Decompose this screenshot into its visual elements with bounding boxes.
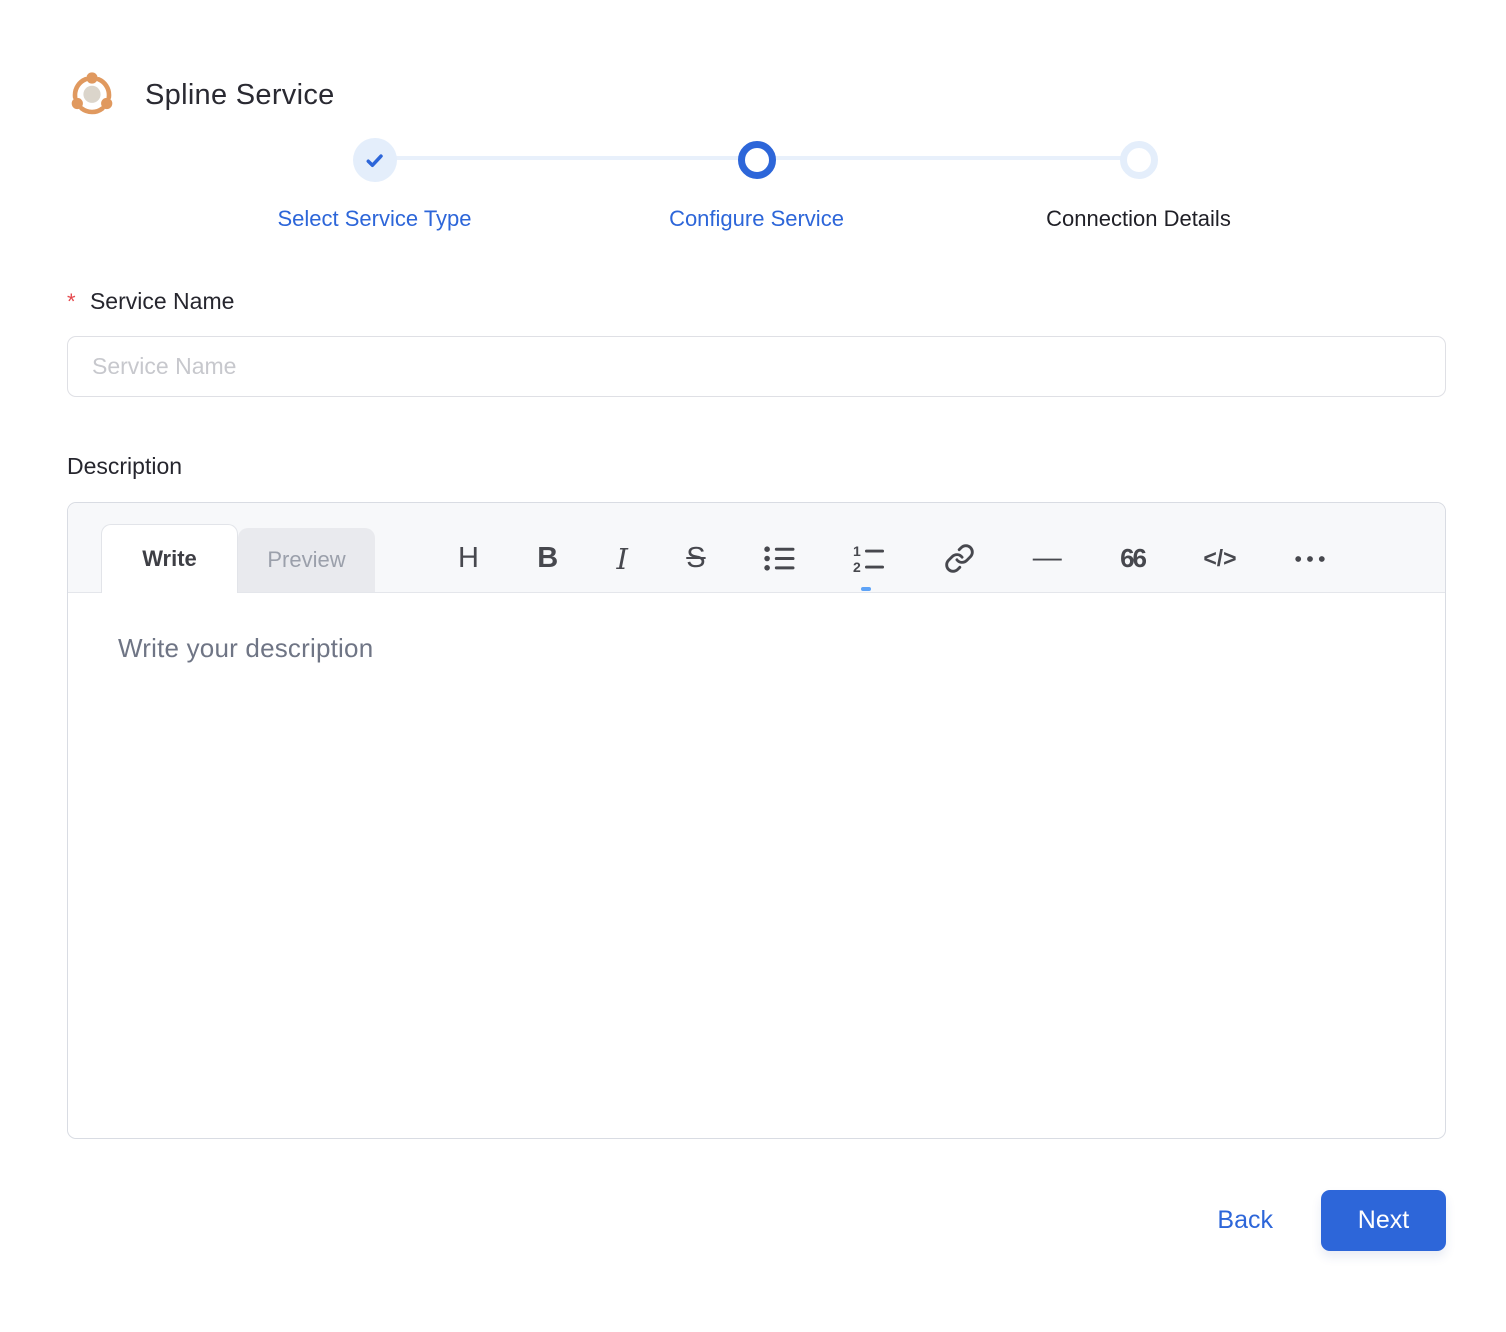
more-button[interactable] <box>1293 537 1327 581</box>
strikethrough-button[interactable]: S <box>684 537 707 581</box>
more-icon <box>1295 555 1325 563</box>
svg-text:1: 1 <box>853 545 861 559</box>
step-completed-check-icon <box>352 138 397 182</box>
service-name-label: * Service Name <box>67 288 1446 315</box>
service-name-input[interactable] <box>67 336 1446 397</box>
step-label-select-service-type: Select Service Type <box>277 206 472 231</box>
step-configure-service[interactable]: Configure Service <box>566 138 948 232</box>
italic-button[interactable]: I <box>615 537 630 581</box>
back-button[interactable]: Back <box>1217 1206 1273 1235</box>
svg-text:2: 2 <box>853 559 861 573</box>
tab-write[interactable]: Write <box>101 524 238 593</box>
step-active-circle-icon <box>737 141 776 179</box>
step-upcoming-circle-icon <box>1119 141 1158 179</box>
step-label-configure-service: Configure Service <box>669 206 844 231</box>
next-button[interactable]: Next <box>1321 1190 1446 1251</box>
description-editor: Write Preview H B I S 1 2 — 66 </> Write your de… <box>67 502 1446 1139</box>
heading-icon: H <box>458 542 479 574</box>
spline-service-logo-icon <box>67 70 117 120</box>
description-label-text: Description <box>67 453 183 479</box>
required-asterisk: * <box>67 289 76 314</box>
description-label: Description <box>67 453 1446 480</box>
bold-icon: B <box>537 542 559 574</box>
quote-button[interactable]: 66 <box>1118 537 1147 581</box>
unordered-list-button[interactable] <box>762 537 797 581</box>
page-title: Spline Service <box>145 78 335 111</box>
bold-button[interactable]: B <box>535 537 560 581</box>
unordered-list-icon <box>764 545 795 572</box>
link-icon <box>944 543 975 574</box>
ordered-list-button[interactable]: 12 <box>851 537 887 581</box>
editor-tabs: Write Preview <box>101 524 375 593</box>
horizontal-rule-icon: — <box>1032 542 1062 574</box>
wizard-footer: Back Next <box>67 1190 1446 1251</box>
horizontal-rule-button[interactable]: — <box>1031 537 1064 581</box>
step-connection-details[interactable]: Connection Details <box>948 138 1330 232</box>
header: Spline Service <box>67 70 1446 120</box>
step-label-connection-details: Connection Details <box>1046 206 1231 231</box>
ordered-list-icon: 12 <box>853 545 885 573</box>
service-wizard-page: Spline Service Select Service Type Confi… <box>0 0 1506 1251</box>
quote-icon: 66 <box>1120 543 1147 573</box>
italic-icon: I <box>616 541 628 576</box>
step-select-service-type[interactable]: Select Service Type <box>184 138 566 232</box>
link-button[interactable] <box>942 537 977 581</box>
description-input-area[interactable]: Write your description <box>68 593 1445 1138</box>
description-placeholder: Write your description <box>118 633 374 663</box>
code-icon: </> <box>1203 545 1237 571</box>
tab-preview[interactable]: Preview <box>238 528 375 592</box>
editor-header-bar: Write Preview H B I S 1 2 — 66 </> <box>68 503 1445 593</box>
service-name-label-text: Service Name <box>89 288 235 314</box>
heading-button[interactable]: H <box>456 537 481 581</box>
stepper: Select Service Type Configure Service Co… <box>184 138 1330 232</box>
strikethrough-icon: S <box>686 542 706 574</box>
code-button[interactable]: </> <box>1201 537 1238 581</box>
